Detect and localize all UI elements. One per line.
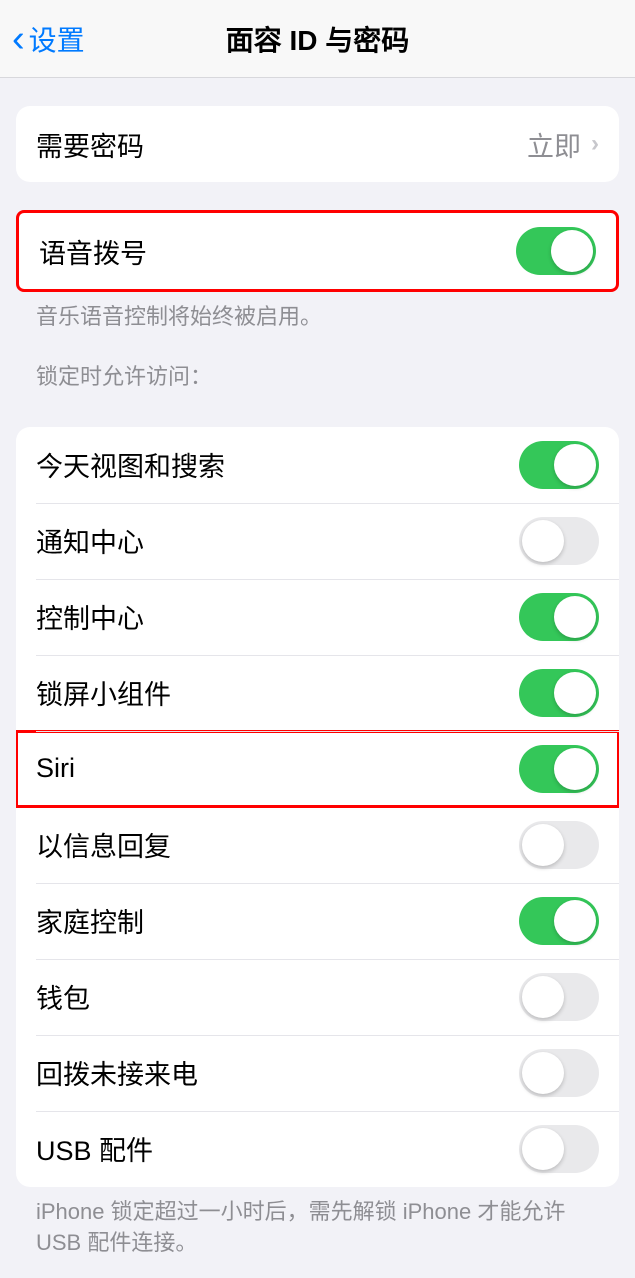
lock-access-row: 通知中心 <box>16 503 619 579</box>
lock-access-item-label: 控制中心 <box>36 597 144 636</box>
lock-access-toggle[interactable] <box>519 1049 599 1097</box>
lock-access-row: 控制中心 <box>16 579 619 655</box>
require-passcode-label: 需要密码 <box>36 125 144 164</box>
page-title: 面容 ID 与密码 <box>226 19 410 59</box>
voice-dial-note: 音乐语音控制将始终被启用。 <box>0 292 635 333</box>
lock-access-item-label: USB 配件 <box>36 1129 153 1168</box>
lock-access-toggle[interactable] <box>519 669 599 717</box>
lock-access-row: 回拨未接来电 <box>16 1035 619 1111</box>
lock-access-item-label: 钱包 <box>36 977 90 1016</box>
lock-access-item-label: 锁屏小组件 <box>36 673 171 712</box>
lock-access-item-label: 家庭控制 <box>36 901 144 940</box>
lock-access-toggle[interactable] <box>519 821 599 869</box>
toggle-knob <box>522 824 564 866</box>
lock-access-item-label: Siri <box>36 753 75 784</box>
lock-access-row: 今天视图和搜索 <box>16 427 619 503</box>
lock-access-item-label: 回拨未接来电 <box>36 1053 198 1092</box>
lock-access-group: 今天视图和搜索通知中心控制中心锁屏小组件 Siri 以信息回复家庭控制钱包回拨未接来… <box>16 427 619 1187</box>
toggle-knob <box>554 444 596 486</box>
lock-access-row: 钱包 <box>16 959 619 1035</box>
require-passcode-value: 立即 <box>527 125 581 164</box>
lock-access-toggle[interactable] <box>519 897 599 945</box>
require-passcode-group: 需要密码 立即 › <box>16 106 619 182</box>
toggle-knob <box>551 230 593 272</box>
chevron-left-icon: ‹ <box>12 20 25 58</box>
chevron-right-icon: › <box>591 130 599 158</box>
voice-dial-highlight: 语音拨号 <box>16 210 619 292</box>
lock-access-row: Siri <box>16 731 619 807</box>
lock-access-toggle[interactable] <box>519 517 599 565</box>
lock-access-item-label: 通知中心 <box>36 521 144 560</box>
back-button[interactable]: ‹ 设置 <box>0 19 85 59</box>
lock-access-row: 锁屏小组件 <box>16 655 619 731</box>
toggle-knob <box>554 900 596 942</box>
lock-access-toggle[interactable] <box>519 745 599 793</box>
toggle-knob <box>554 748 596 790</box>
lock-access-row: 家庭控制 <box>16 883 619 959</box>
back-label: 设置 <box>29 19 85 59</box>
toggle-knob <box>554 596 596 638</box>
voice-dial-label: 语音拨号 <box>39 232 147 271</box>
lock-access-row: USB 配件 <box>16 1111 619 1187</box>
toggle-knob <box>522 1052 564 1094</box>
toggle-knob <box>554 672 596 714</box>
lock-access-toggle[interactable] <box>519 441 599 489</box>
lock-access-toggle[interactable] <box>519 1125 599 1173</box>
lock-access-toggle[interactable] <box>519 973 599 1021</box>
lock-access-row: 以信息回复 <box>16 807 619 883</box>
lock-access-item-label: 以信息回复 <box>36 825 171 864</box>
navigation-bar: ‹ 设置 面容 ID 与密码 <box>0 0 635 78</box>
lock-access-footer: iPhone 锁定超过一小时后，需先解锁 iPhone 才能允许 USB 配件连… <box>0 1187 635 1259</box>
lock-access-header: 锁定时允许访问： <box>0 333 635 399</box>
voice-dial-row: 语音拨号 <box>19 213 616 289</box>
content-area: 需要密码 立即 › 语音拨号 音乐语音控制将始终被启用。 锁定时允许访问： 今天… <box>0 106 635 1278</box>
toggle-knob <box>522 1128 564 1170</box>
toggle-knob <box>522 520 564 562</box>
lock-access-toggle[interactable] <box>519 593 599 641</box>
toggle-knob <box>522 976 564 1018</box>
lock-access-item-label: 今天视图和搜索 <box>36 445 225 484</box>
voice-dial-group: 语音拨号 <box>16 210 619 292</box>
voice-dial-toggle[interactable] <box>516 227 596 275</box>
row-right: 立即 › <box>527 125 599 164</box>
require-passcode-row[interactable]: 需要密码 立即 › <box>16 106 619 182</box>
